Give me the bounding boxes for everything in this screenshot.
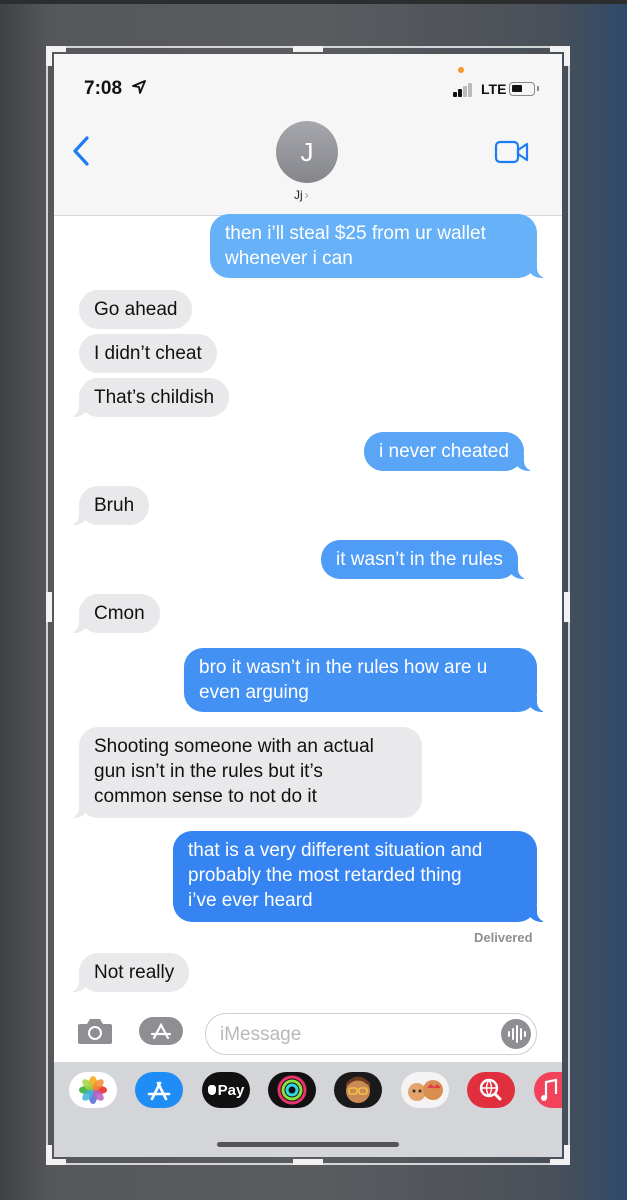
message-text-line: then i’ll steal $25 from ur wallet [225, 223, 486, 244]
memoji-icon[interactable] [334, 1072, 382, 1108]
chevron-right-icon: › [304, 188, 309, 202]
imessage-app-drawer: Pay [54, 1062, 562, 1157]
privacy-indicator-dot [458, 67, 464, 73]
facetime-video-icon[interactable] [494, 140, 530, 164]
conversation-header: J Jj › [54, 112, 562, 216]
status-bar: 7:08 LTE [54, 54, 562, 112]
message-text: Go ahead [94, 299, 178, 320]
message-text-line: gun isn’t in the rules but it’s [94, 761, 323, 782]
message-outgoing[interactable]: that is a very different situation and p… [173, 831, 547, 922]
message-outgoing[interactable]: bro it wasn’t in the rules how are u eve… [184, 648, 547, 712]
apple-logo-icon [207, 1085, 216, 1095]
message-text-line: even arguing [199, 682, 309, 703]
location-arrow-icon [132, 80, 146, 94]
message-outgoing[interactable]: i never cheated [364, 432, 534, 471]
crop-handle-top[interactable] [293, 46, 323, 52]
delivered-status: Delivered [474, 930, 533, 945]
home-indicator[interactable] [217, 1142, 399, 1147]
message-text-line: bro it wasn’t in the rules how are u [199, 657, 488, 678]
back-chevron-icon[interactable] [72, 136, 90, 166]
memoji-stickers-icon[interactable] [401, 1072, 449, 1108]
apple-pay-label: Pay [217, 1081, 245, 1099]
crop-handle-bottom[interactable] [293, 1159, 323, 1165]
cellular-signal-icon [453, 83, 475, 97]
message-text-line: i’ve ever heard [188, 890, 313, 911]
network-type: LTE [481, 81, 507, 97]
status-time: 7:08 [84, 78, 123, 99]
message-text-line: that is a very different situation and [188, 840, 483, 861]
message-incoming[interactable]: Shooting someone with an actual gun isn’… [69, 727, 422, 818]
message-outgoing[interactable]: then i’ll steal $25 from ur wallet whene… [210, 214, 547, 278]
crop-handle-top-right[interactable] [564, 46, 570, 66]
contact-avatar[interactable]: J [276, 121, 338, 183]
message-text: i never cheated [379, 441, 509, 462]
message-outgoing[interactable]: it wasn’t in the rules [321, 540, 528, 579]
message-text: Cmon [94, 603, 145, 624]
crop-handle-top-left[interactable] [46, 46, 52, 66]
message-incoming[interactable]: Go ahead [79, 290, 193, 329]
imessage-placeholder: iMessage [220, 1024, 302, 1045]
message-text-line: probably the most retarded thing [188, 865, 462, 886]
activity-icon[interactable] [268, 1072, 316, 1108]
contact-name-button[interactable]: Jj › [294, 188, 309, 202]
message-text: Not really [94, 962, 175, 983]
message-incoming[interactable]: Not really [68, 953, 190, 992]
apple-pay-icon[interactable]: Pay [202, 1072, 250, 1108]
crop-handle-left[interactable] [46, 592, 52, 622]
message-incoming[interactable]: That’s childish [68, 378, 230, 417]
message-text: I didn’t cheat [94, 343, 202, 364]
crop-handle-bottom-right[interactable] [564, 1145, 570, 1165]
contact-name: Jj [294, 188, 303, 202]
audio-waveform-icon[interactable] [501, 1019, 531, 1049]
message-incoming[interactable]: Cmon [69, 594, 160, 633]
message-text-line: Shooting someone with an actual [94, 736, 374, 757]
message-text: That’s childish [94, 387, 215, 408]
avatar-initial: J [300, 136, 314, 167]
message-text-line: whenever i can [225, 248, 353, 269]
camera-icon[interactable] [76, 1016, 114, 1046]
message-text-line: common sense to not do it [94, 786, 317, 807]
crop-handle-bottom-left[interactable] [46, 1145, 52, 1165]
app-store-drawer-icon[interactable] [138, 1016, 184, 1046]
crop-handle-right[interactable] [564, 592, 570, 622]
photos-icon[interactable] [69, 1072, 117, 1108]
app-store-icon[interactable] [135, 1072, 183, 1108]
battery-icon [509, 82, 539, 96]
message-incoming[interactable]: Bruh [68, 486, 150, 525]
message-text: Bruh [94, 495, 135, 516]
imessage-input[interactable]: iMessage [205, 1013, 537, 1055]
message-text: it wasn’t in the rules [336, 549, 503, 570]
music-icon[interactable] [534, 1072, 562, 1108]
web-search-icon[interactable] [467, 1072, 515, 1108]
phone-screen: 7:08 LTE J Jj › then i’ll steal $25 from… [54, 54, 562, 1157]
message-incoming[interactable]: I didn’t cheat [79, 334, 217, 373]
